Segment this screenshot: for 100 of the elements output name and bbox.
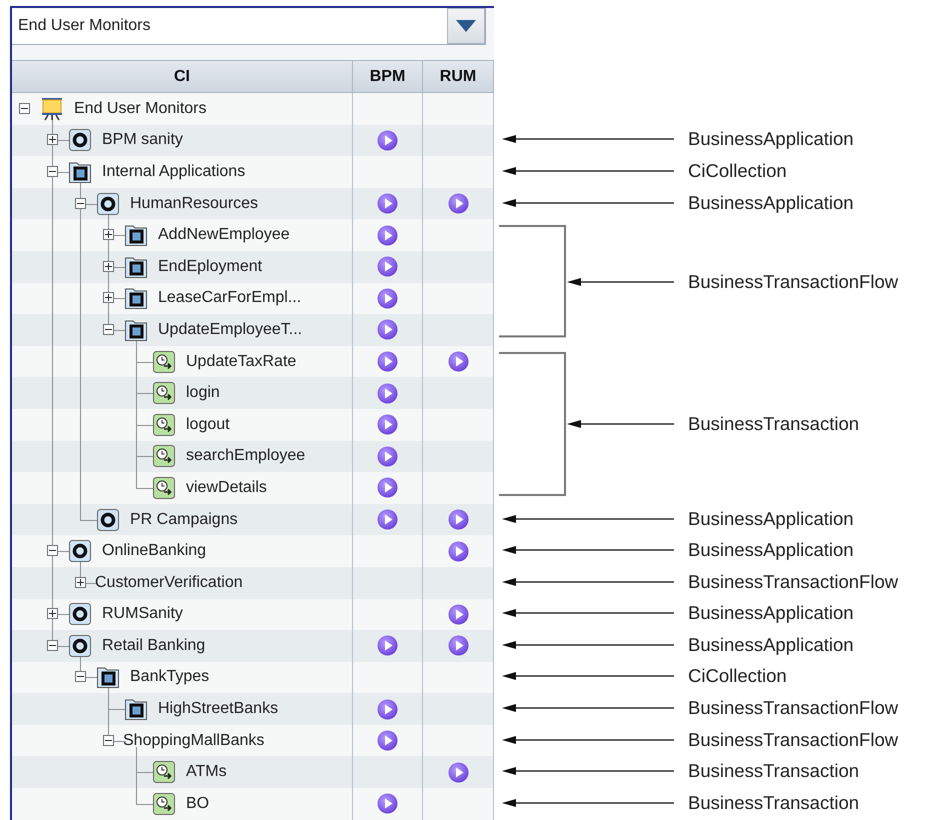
play-icon xyxy=(448,635,468,656)
collapse-toggle[interactable] xyxy=(75,671,86,682)
tree-item-label[interactable]: EndEployment xyxy=(158,258,262,276)
collapse-toggle[interactable] xyxy=(47,640,58,651)
play-icon xyxy=(377,193,398,214)
tree-item-label[interactable]: searchEmployee xyxy=(186,447,306,466)
tree-item-label[interactable]: viewDetails xyxy=(186,478,267,497)
annotation-label: BusinessTransactionFlow xyxy=(688,570,898,593)
play-icon xyxy=(448,193,468,214)
annotation-label: BusinessTransaction xyxy=(688,412,860,435)
annotation-label: CiCollection xyxy=(688,665,787,688)
tree-item-label[interactable]: HumanResources xyxy=(130,194,258,213)
table-row[interactable]: BPM sanity xyxy=(12,124,494,156)
annotation-label: BusinessApplication xyxy=(688,539,854,562)
dropdown-value: End User Monitors xyxy=(17,16,152,36)
collapse-toggle[interactable] xyxy=(19,102,30,114)
ci-dropdown[interactable]: End User Monitors xyxy=(12,8,486,45)
annotation-label: BusinessApplication xyxy=(688,192,854,214)
table-row[interactable]: Retail Banking xyxy=(12,630,494,662)
play-icon xyxy=(448,509,468,530)
expand-toggle[interactable] xyxy=(75,576,86,588)
play-icon xyxy=(377,509,398,530)
tree-item-label[interactable]: End User Monitors xyxy=(74,100,206,118)
collapse-toggle[interactable] xyxy=(103,734,114,746)
ring-icon xyxy=(68,539,92,564)
table-row[interactable]: EndEployment xyxy=(12,250,494,283)
play-icon xyxy=(377,635,398,656)
folder-icon xyxy=(124,697,148,722)
play-icon xyxy=(377,414,398,436)
table-row[interactable]: BankTypes xyxy=(12,662,494,694)
annotation-label: BusinessTransactionFlow xyxy=(688,270,898,293)
table-row[interactable]: ShoppingMallBanks xyxy=(12,724,494,756)
ring-icon xyxy=(96,192,120,216)
tree-item-label[interactable]: RUMSanity xyxy=(102,605,183,624)
play-icon xyxy=(377,793,398,814)
dropdown-button[interactable] xyxy=(447,8,485,44)
tree-item-label[interactable]: LeaseCarForEmpl... xyxy=(158,289,302,308)
expand-toggle[interactable] xyxy=(47,608,58,620)
expand-toggle[interactable] xyxy=(47,134,58,146)
play-icon xyxy=(377,351,398,372)
annotation-label: BusinessTransaction xyxy=(688,760,860,782)
annotation-label: BusinessTransactionFlow xyxy=(688,697,898,720)
tree-item-label[interactable]: UpdateTaxRate xyxy=(186,352,296,371)
collapse-toggle[interactable] xyxy=(47,545,58,556)
tree-item-label[interactable]: BO xyxy=(186,794,210,813)
play-icon xyxy=(377,224,398,246)
folder-icon xyxy=(68,160,92,184)
table-row[interactable]: HighStreetBanks xyxy=(12,693,494,725)
expand-toggle[interactable] xyxy=(103,260,114,272)
collapse-toggle[interactable] xyxy=(103,324,114,335)
annotation-label: BusinessApplication xyxy=(688,634,854,656)
folder-icon xyxy=(124,318,148,342)
expand-toggle[interactable] xyxy=(103,229,114,240)
table-row[interactable]: LeaseCarForEmpl... xyxy=(12,282,494,314)
tree-item-label[interactable]: Retail Banking xyxy=(102,636,206,655)
tree-item-label[interactable]: CustomerVerification xyxy=(95,574,243,592)
tree-item-label[interactable]: Internal Applications xyxy=(102,162,246,181)
collapse-toggle[interactable] xyxy=(47,166,58,177)
tree-item-label[interactable]: HighStreetBanks xyxy=(158,700,278,718)
tree-item-label[interactable]: ShoppingMallBanks xyxy=(123,732,264,750)
folder-icon xyxy=(124,286,148,310)
tree-item-label[interactable]: AddNewEmployee xyxy=(158,226,290,244)
table-row[interactable]: PR Campaigns xyxy=(12,504,494,536)
play-icon xyxy=(377,319,398,340)
collapse-toggle[interactable] xyxy=(75,198,86,209)
tree-item-label[interactable]: login xyxy=(186,384,220,402)
tree-item-label[interactable]: ATMs xyxy=(186,763,227,782)
tree-item-label[interactable]: OnlineBanking xyxy=(102,542,206,560)
play-icon xyxy=(377,256,398,278)
tree-item-label[interactable]: BPM sanity xyxy=(102,131,183,150)
table-row[interactable]: UpdateTaxRate xyxy=(12,346,494,378)
table-row[interactable]: ATMs xyxy=(12,756,494,788)
caret-icon xyxy=(456,20,476,32)
table-row[interactable]: login xyxy=(12,377,494,409)
expand-toggle[interactable] xyxy=(103,292,114,304)
play-icon xyxy=(448,762,468,783)
play-icon xyxy=(377,730,398,752)
annotation-label: BusinessApplication xyxy=(688,128,854,150)
annotation-label: BusinessApplication xyxy=(688,508,854,530)
table-row[interactable]: searchEmployee xyxy=(12,440,494,472)
table-row[interactable]: HumanResources xyxy=(12,188,494,220)
play-icon xyxy=(377,288,398,309)
column-header[interactable]: BPM xyxy=(353,61,423,92)
play-icon xyxy=(377,477,398,498)
tree-item-label[interactable]: PR Campaigns xyxy=(130,510,238,529)
annotation-label: BusinessTransaction xyxy=(688,792,860,814)
tree-item-label[interactable]: UpdateEmployeeT... xyxy=(158,320,302,339)
tree-item-label[interactable]: logout xyxy=(186,416,230,434)
annotation-label: CiCollection xyxy=(688,160,787,182)
ring-icon xyxy=(96,508,120,532)
play-icon xyxy=(448,540,468,562)
table-row[interactable]: CustomerVerification xyxy=(12,566,494,598)
table-row[interactable]: RUMSanity xyxy=(12,598,494,630)
play-icon xyxy=(377,446,398,467)
play-icon xyxy=(377,698,398,720)
table-row[interactable]: UpdateEmployeeT... xyxy=(12,314,494,346)
column-header[interactable]: RUM xyxy=(423,61,494,92)
tree-item-label[interactable]: BankTypes xyxy=(130,668,210,686)
folder-icon xyxy=(124,254,148,279)
column-header[interactable]: CI xyxy=(12,61,353,92)
